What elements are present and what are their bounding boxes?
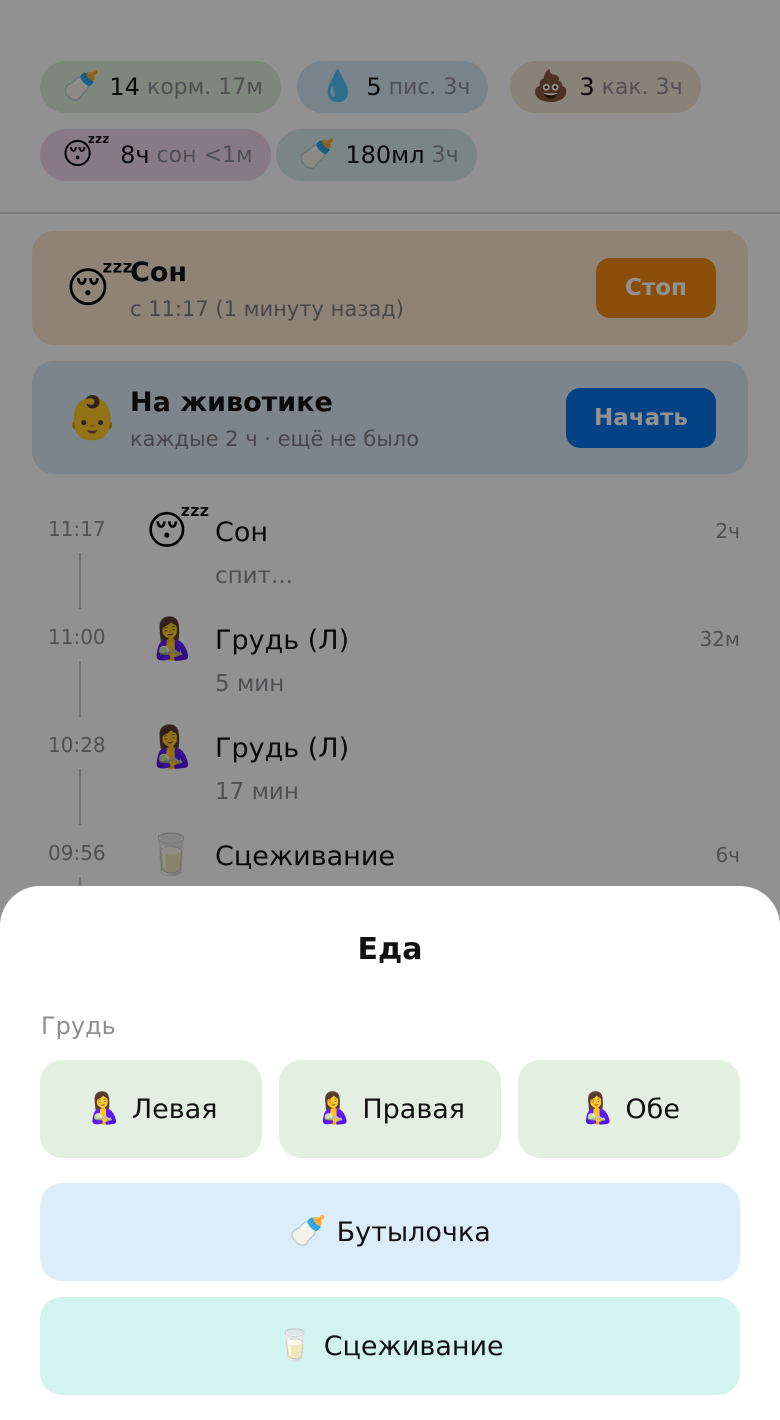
option-label: Правая bbox=[362, 1093, 466, 1125]
bottle-button[interactable]: 🍼 Бутылочка bbox=[40, 1183, 740, 1281]
option-label: Левая bbox=[131, 1093, 218, 1125]
baby-bottle-icon: 🍼 bbox=[289, 1214, 327, 1249]
option-label: Сцеживание bbox=[323, 1330, 504, 1362]
option-label: Бутылочка bbox=[336, 1216, 491, 1248]
pumping-button[interactable]: 🥛 Сцеживание bbox=[40, 1297, 740, 1395]
breastfeeding-icon: 🤱 bbox=[578, 1091, 616, 1126]
breastfeeding-icon: 🤱 bbox=[314, 1091, 353, 1126]
breast-section-label: Грудь bbox=[41, 1012, 116, 1040]
food-bottom-sheet: Еда Грудь 🤱 Левая 🤱 Правая 🤱 Обе 🍼 Бутыл… bbox=[0, 886, 780, 1420]
sheet-title: Еда bbox=[357, 932, 423, 967]
breast-left-button[interactable]: 🤱 Левая bbox=[40, 1060, 262, 1158]
breast-both-button[interactable]: 🤱 Обе bbox=[518, 1060, 740, 1158]
breast-right-button[interactable]: 🤱 Правая bbox=[279, 1060, 501, 1158]
option-label: Обе bbox=[625, 1093, 680, 1125]
breastfeeding-icon: 🤱 bbox=[84, 1091, 122, 1126]
milk-glass-icon: 🥛 bbox=[276, 1328, 314, 1363]
app-root: 🍼 14 корм. 17м 💧 5 пис. 3ч 💩 3 как. 3ч 😴… bbox=[0, 0, 780, 1420]
